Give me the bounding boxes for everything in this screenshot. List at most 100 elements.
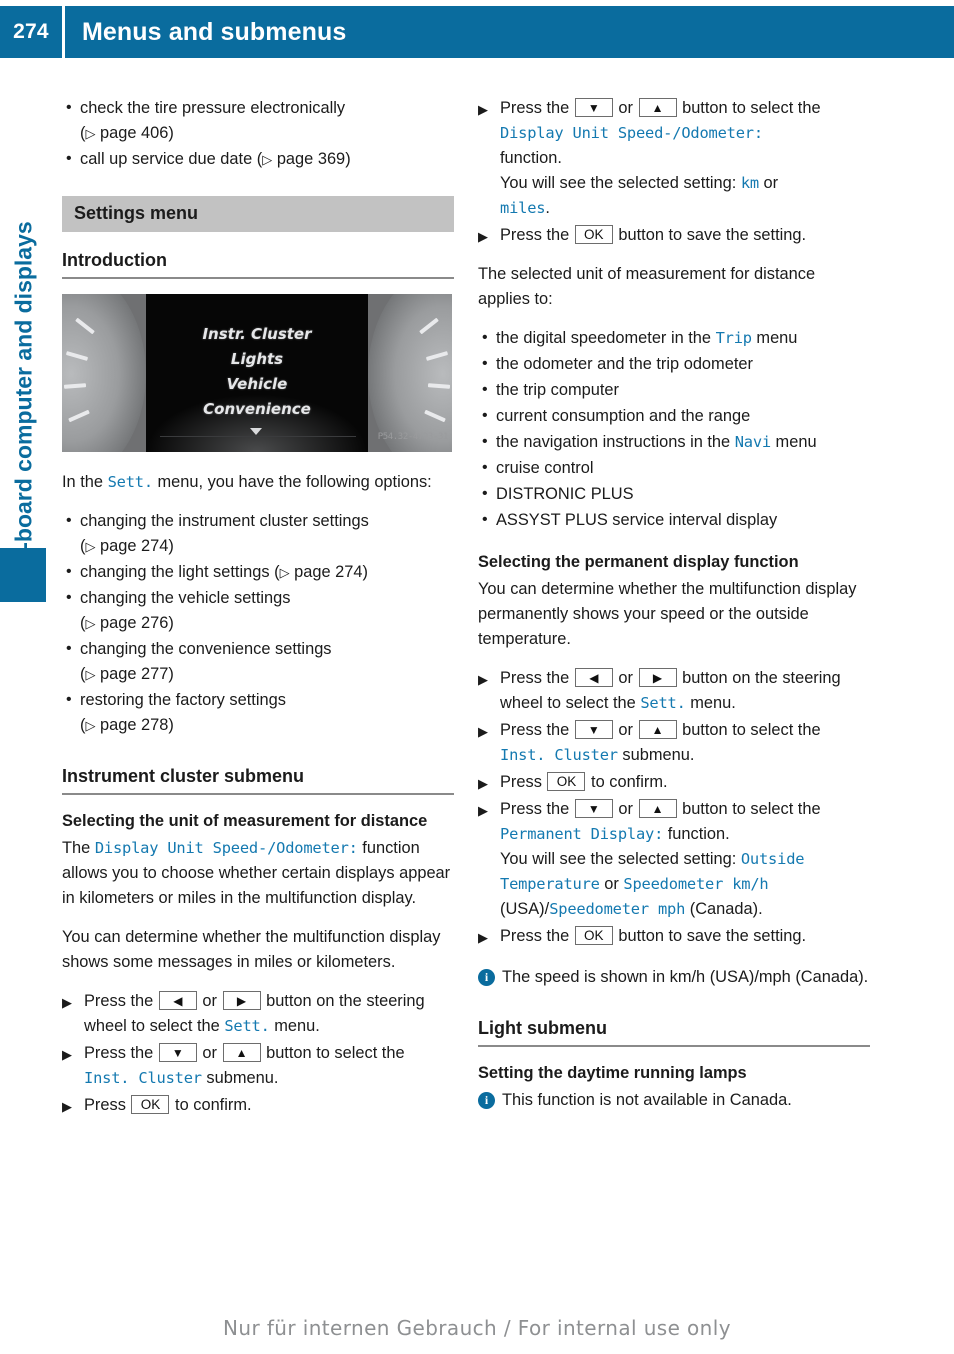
heading-selecting-permanent-display: Selecting the permanent display function	[478, 553, 799, 571]
step-text-c: submenu.	[622, 746, 695, 764]
step-text-c: function.	[667, 825, 730, 843]
list-item: cruise control	[478, 455, 870, 481]
menu-name-trip: Trip	[715, 329, 752, 347]
intro-paragraph: In the Sett. menu, you have the followin…	[62, 470, 454, 495]
page-reference: (▷ page 278)	[80, 716, 174, 734]
list-item: current consumption and the range	[478, 403, 870, 429]
chapter-label: On-board computer and displays	[10, 221, 37, 582]
list-item: DISTRONIC PLUS	[478, 481, 870, 507]
right-arrow-button-icon[interactable]: ▶	[638, 668, 677, 687]
setting-value-km: km	[740, 174, 759, 192]
setting-value-speedometer-kmh: Speedometer km/h	[623, 875, 769, 893]
step-text-a: Press	[84, 1096, 126, 1114]
bullet-text: changing the instrument cluster settings	[80, 512, 369, 530]
list-item: ASSYST PLUS service interval display	[478, 507, 870, 533]
intro-text-a: In the	[62, 473, 108, 491]
step-item: Press the ▼ or ▲ button to select the Di…	[478, 96, 870, 221]
left-arrow-button-icon[interactable]: ◀	[158, 991, 197, 1010]
menu-name-navi: Navi	[734, 433, 771, 451]
up-arrow-button-icon[interactable]: ▲	[638, 98, 677, 117]
bullet-text-pre: DISTRONIC PLUS	[496, 485, 634, 503]
screen-baseline	[160, 436, 356, 437]
display-menu-item-vehicle: Vehicle	[226, 375, 288, 393]
ok-button-icon[interactable]: OK	[574, 926, 613, 945]
note-text: This function is not available in Canada…	[502, 1091, 792, 1109]
unit-text-a: The	[62, 839, 95, 857]
bullet-text: restoring the factory settings	[80, 691, 286, 709]
step-text-or: or	[618, 721, 633, 739]
up-arrow-button-icon[interactable]: ▲	[222, 1043, 261, 1062]
step-text-d: You will see the selected setting:	[500, 850, 741, 868]
step-item: Press OK to confirm.	[62, 1093, 454, 1119]
display-menu-item-lights: Lights	[230, 350, 284, 368]
step-text-or: or	[202, 1044, 217, 1062]
ok-button-icon[interactable]: OK	[574, 225, 613, 244]
page-reference: (▷ page 274)	[80, 537, 174, 555]
bullet-text-post: menu	[751, 329, 798, 347]
top-bullet-list: check the tire pressure electronically (…	[62, 95, 454, 172]
page-ref-label: page 278	[100, 716, 169, 734]
page-ref-label: page 277	[100, 665, 169, 683]
note-text: The speed is shown in km/h (USA)/mph (Ca…	[502, 968, 869, 986]
page-number: 274	[13, 20, 49, 43]
bullet-text: changing the light settings	[80, 563, 270, 581]
ok-button-icon[interactable]: OK	[547, 772, 586, 791]
heading-introduction: Introduction	[62, 248, 454, 279]
display-menu-list: Instr. Cluster Lights Vehicle Convenienc…	[146, 322, 368, 422]
chapter-sidebar: On-board computer and displays	[0, 58, 46, 1354]
bullet-text-pre: the odometer and the trip odometer	[496, 355, 753, 373]
bullet-text-pre: ASSYST PLUS service interval display	[496, 511, 778, 529]
page-reference: (▷ page 369)	[256, 150, 351, 168]
up-arrow-button-icon[interactable]: ▲	[638, 799, 677, 818]
options-bullet-list: changing the instrument cluster settings…	[62, 508, 454, 738]
bullet-text: changing the vehicle settings	[80, 589, 291, 607]
step-item: Press the ▼ or ▲ button to select the Pe…	[478, 797, 870, 922]
left-column: check the tire pressure electronically (…	[62, 95, 454, 1132]
ok-button-icon[interactable]: OK	[131, 1095, 170, 1114]
applies-to-bullet-list: the digital speedometer in the Trip menu…	[478, 325, 870, 533]
bullet-text: check the tire pressure electronically	[80, 99, 346, 117]
step-text-a: Press	[500, 773, 542, 791]
step-item: Press OK to confirm.	[478, 770, 870, 796]
page-reference: (▷ page 274)	[274, 563, 368, 581]
step-text-or: or	[202, 992, 217, 1010]
page-ref-label: page 369	[276, 150, 346, 168]
step-text-a: Press the	[84, 992, 154, 1010]
list-item: call up service due date (▷ page 369)	[62, 146, 454, 172]
down-arrow-button-icon[interactable]: ▼	[574, 98, 613, 117]
down-arrow-button-icon[interactable]: ▼	[574, 799, 613, 818]
bullet-text-post: menu	[771, 433, 817, 451]
menu-name-sett: Sett.	[640, 694, 686, 712]
section-heading-settings-menu: Settings menu	[62, 196, 454, 232]
step-text-c: function.	[500, 149, 562, 167]
step-item: Press the OK button to save the setting.	[478, 223, 870, 249]
page-ref-triangle-icon: ▷	[85, 616, 96, 631]
heading-daytime-running-lamps: Setting the daytime running lamps	[478, 1064, 747, 1082]
step-text-d: You will see the selected setting:	[500, 174, 741, 192]
page-ref-triangle-icon: ▷	[85, 126, 96, 141]
step-item: Press the ▼ or ▲ button to select the In…	[62, 1041, 454, 1091]
left-arrow-button-icon[interactable]: ◀	[574, 668, 613, 687]
unit-paragraph-1: The Display Unit Speed-/Odometer: functi…	[62, 836, 454, 911]
function-name-permanent-display: Permanent Display:	[500, 825, 664, 843]
up-arrow-button-icon[interactable]: ▲	[638, 720, 677, 739]
step-text-b: button to select the	[266, 1044, 405, 1062]
down-arrow-button-icon[interactable]: ▼	[574, 720, 613, 739]
submenu-name-inst-cluster: Inst. Cluster	[84, 1069, 202, 1087]
display-menu-item-convenience: Convenience	[203, 400, 311, 418]
page-ref-triangle-icon: ▷	[279, 565, 290, 580]
step-text-a: Press the	[500, 226, 570, 244]
function-name-display-unit: Display Unit Speed-/Odometer:	[500, 124, 763, 142]
list-item: changing the instrument cluster settings…	[62, 508, 454, 559]
step-item: Press the ◀ or ▶ button on the steering …	[62, 989, 454, 1039]
bullet-text-pre: the trip computer	[496, 381, 619, 399]
right-column: Press the ▼ or ▲ button to select the Di…	[478, 96, 870, 1127]
page-ref-label: page 276	[100, 614, 169, 632]
page-ref-triangle-icon: ▷	[85, 718, 96, 733]
list-item: the digital speedometer in the Trip menu	[478, 325, 870, 351]
bullet-text: changing the convenience settings	[80, 640, 332, 658]
right-arrow-button-icon[interactable]: ▶	[222, 991, 261, 1010]
down-arrow-button-icon[interactable]: ▼	[158, 1043, 197, 1062]
page-footer: Nur für internen Gebrauch / For internal…	[223, 1316, 731, 1340]
step-text-or: or	[618, 669, 633, 687]
